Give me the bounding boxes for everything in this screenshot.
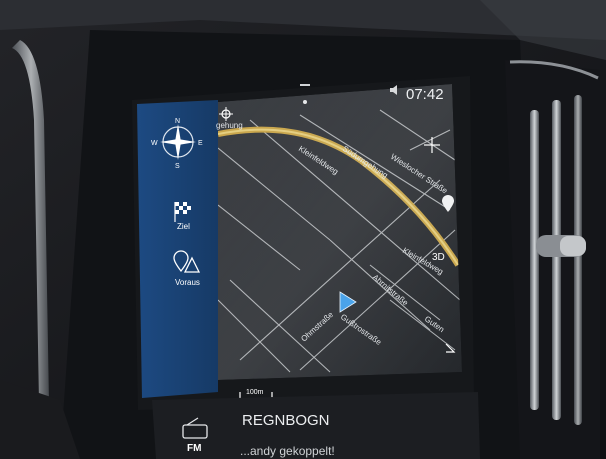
map-view[interactable]	[218, 84, 462, 380]
station-name: REGNBOGN	[242, 412, 330, 429]
photo-scene: 07:42 N S W E Ziel Voraus gehung Kleinfe…	[0, 0, 606, 459]
sidebar-item-label: Ziel	[177, 222, 190, 231]
clock: 07:42	[406, 86, 444, 103]
phone-message: ...andy gekoppelt!	[240, 444, 335, 458]
sidebar-item-label: Voraus	[175, 278, 200, 287]
compass-n: N	[175, 118, 180, 125]
dot-icon	[303, 100, 307, 104]
compass-e: E	[198, 140, 203, 147]
view-mode-button[interactable]: 3D	[432, 252, 445, 263]
compass-w: W	[151, 140, 158, 147]
compass-s: S	[175, 163, 180, 170]
air-vent	[505, 60, 600, 459]
scale-label: 100m	[246, 389, 264, 396]
radio-source: FM	[187, 443, 201, 454]
street-label: gehung	[216, 121, 243, 130]
